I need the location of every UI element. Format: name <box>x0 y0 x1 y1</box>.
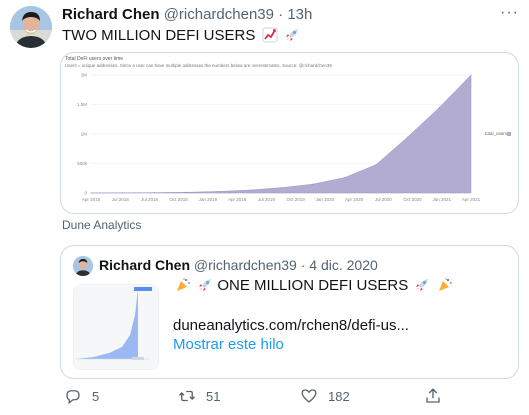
legend-label: total_users <box>485 131 508 136</box>
quoted-author-name: Richard Chen <box>99 257 191 273</box>
x-tick-label: Jan 2020 <box>316 197 335 202</box>
x-tick-label: Jul 2019 <box>258 197 276 202</box>
data-point <box>90 192 92 194</box>
x-tick-label: Oct 2020 <box>403 197 422 202</box>
x-tick-label: Oct 2018 <box>170 197 189 202</box>
x-tick-label: Jul 2018 <box>112 197 130 202</box>
rocket-emoji <box>414 277 430 293</box>
quoted-tweet-body: ONE MILLION DEFI USERS <box>217 277 409 294</box>
quoted-tweet-header: Richard Chen @richardchen39 · 4 dic. 202… <box>99 256 378 274</box>
quoted-link[interactable]: duneanalytics.com/rchen8/defi-us... <box>173 316 409 336</box>
quoted-tweet-text: ONE MILLION DEFI USERS <box>173 276 453 296</box>
data-point <box>343 177 345 179</box>
party-popper-emoji <box>175 277 191 293</box>
x-tick-label: Jan 2021 <box>433 197 452 202</box>
quoted-tweet-card[interactable]: Richard Chen @richardchen39 · 4 dic. 202… <box>60 245 519 379</box>
data-point <box>248 189 250 191</box>
legend-swatch <box>507 132 511 136</box>
data-point <box>153 192 155 194</box>
y-tick-label: 2M <box>81 73 88 78</box>
reply-icon <box>66 390 80 405</box>
retweet-icon <box>179 390 195 402</box>
share-icon <box>426 388 440 403</box>
x-tick-label: Apr 2018 <box>82 197 101 202</box>
data-point <box>438 106 440 108</box>
defi-users-area-chart: 0 500k 1M 1.5M 2M Apr 2018 Jul 2018 Jul 2018 Oct… <box>77 73 511 202</box>
y-tick-label: 500k <box>77 161 88 166</box>
quoted-author-avatar <box>73 256 93 276</box>
tweet-text: TWO MILLION DEFI USERS <box>62 26 300 46</box>
card-source[interactable]: Dune Analytics <box>62 218 141 232</box>
share-button[interactable] <box>424 385 452 407</box>
reply-count: 5 <box>92 388 100 404</box>
quoted-date: 4 dic. 2020 <box>309 257 378 273</box>
show-thread-link[interactable]: Mostrar este hilo <box>173 335 284 355</box>
x-tick-label: Apr 2019 <box>228 197 247 202</box>
author-name[interactable]: Richard Chen <box>62 6 160 23</box>
tweet-time[interactable]: 13h <box>287 6 312 23</box>
more-options-icon[interactable]: ··· <box>500 4 519 22</box>
x-tick-label: Jan 2019 <box>199 197 218 202</box>
like-button[interactable]: 182 <box>300 385 350 407</box>
party-popper-emoji <box>437 277 453 293</box>
quoted-separator: · <box>300 257 306 273</box>
chart-increasing-emoji <box>262 27 278 43</box>
data-point <box>312 183 314 185</box>
x-tick-label: Jul 2020 <box>375 197 393 202</box>
data-point <box>122 192 124 194</box>
tweet-body: TWO MILLION DEFI USERS <box>62 27 256 44</box>
rocket-emoji <box>197 277 213 293</box>
y-tick-label: 1M <box>81 132 88 137</box>
y-tick-label: 1.5M <box>77 102 87 107</box>
heart-icon <box>301 389 317 403</box>
data-point <box>217 191 219 193</box>
quoted-author-handle: @richardchen39 <box>193 257 297 273</box>
y-tick-label: 0 <box>84 191 87 196</box>
retweet-button[interactable]: 51 <box>178 385 220 407</box>
x-tick-label: Apr 2021 <box>462 197 481 202</box>
x-tick-label: Apr 2020 <box>345 197 364 202</box>
reply-button[interactable]: 5 <box>64 385 99 407</box>
author-avatar[interactable] <box>10 6 52 48</box>
like-count: 182 <box>328 388 350 404</box>
quoted-chart-thumbnail <box>73 284 159 370</box>
header-separator: · <box>278 6 284 23</box>
data-point <box>407 136 409 138</box>
chart-card[interactable]: Total DeFi users over time Users = uniqu… <box>60 52 519 214</box>
x-tick-label: Oct 2019 <box>286 197 305 202</box>
data-point <box>470 74 472 76</box>
tweet-actions: 5 51 182 <box>60 385 520 407</box>
x-tick-label: Jul 2018 <box>141 197 159 202</box>
retweet-count: 51 <box>206 388 221 404</box>
rocket-emoji <box>284 27 300 43</box>
data-point <box>185 191 187 193</box>
author-handle[interactable]: @richardchen39 <box>164 6 274 23</box>
data-point <box>280 187 282 189</box>
tweet-header: Richard Chen @richardchen39 · 13h <box>62 5 312 25</box>
data-point <box>375 164 377 166</box>
